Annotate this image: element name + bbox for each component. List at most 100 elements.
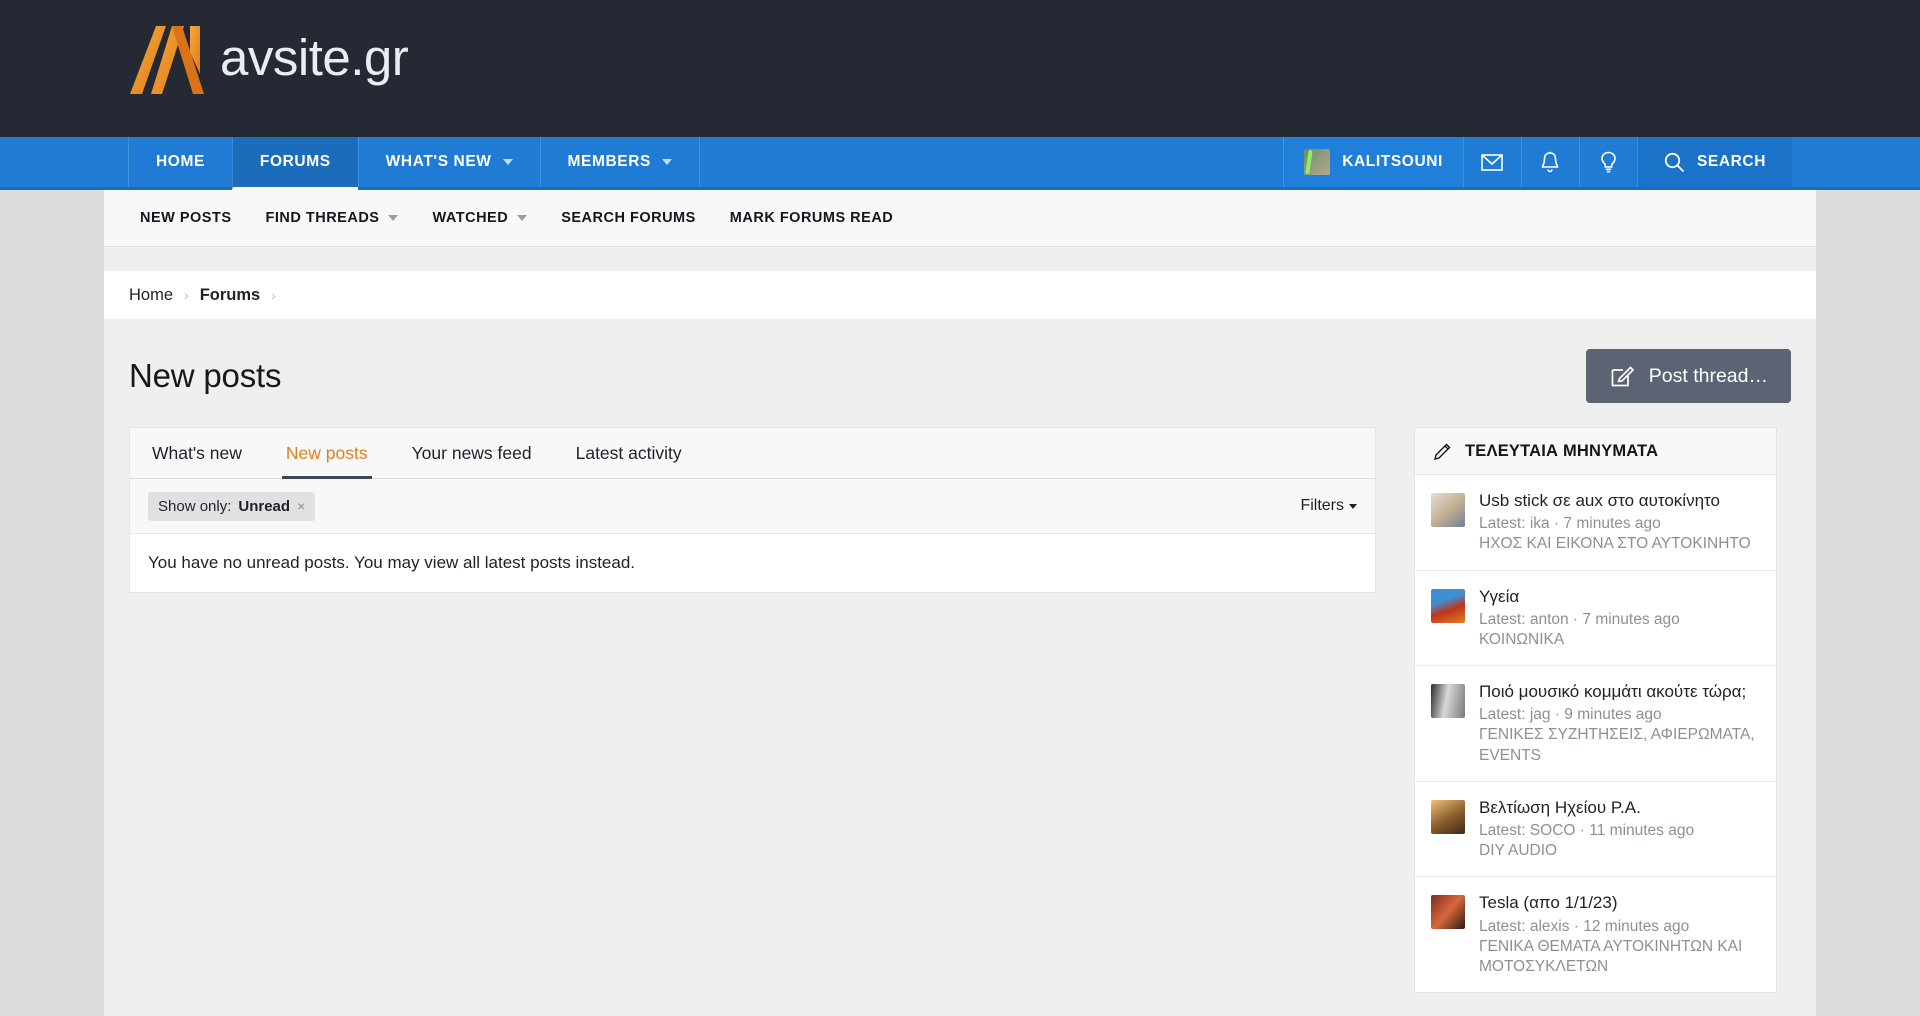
subnav-item-search-forums[interactable]: SEARCH FORUMS — [544, 210, 713, 226]
filters-label: Filters — [1300, 497, 1344, 515]
close-icon[interactable]: × — [297, 498, 305, 514]
list-item[interactable]: Ποιό μουσικό κομμάτι ακούτε τώρα; Latest… — [1415, 666, 1776, 782]
nav-item-forums[interactable]: FORUMS — [232, 137, 358, 190]
thread-forum: ΓΕΝΙΚΑ ΘΕΜΑΤΑ ΑΥΤΟΚΙΝΗΤΩΝ ΚΑΙ ΜΟΤΟΣΥΚΛΕΤ… — [1479, 937, 1758, 977]
nav-item-members[interactable]: MEMBERS — [540, 137, 700, 187]
tab-bar: What's new New posts Your news feed Late… — [129, 427, 1376, 479]
thread-forum: ΚΟΙΝΩΝΙΚΑ — [1479, 630, 1680, 650]
latest-messages-card: ΤΕΛΕΥΤΑΙΑ ΜΗΝΥΜΑΤΑ Usb stick σε aux στο … — [1414, 427, 1777, 993]
thread-thumbnail — [1431, 895, 1465, 929]
envelope-icon — [1481, 154, 1503, 171]
nav-item-home[interactable]: HOME — [128, 137, 232, 187]
tips-button[interactable] — [1579, 137, 1637, 187]
nav-item-label: WHAT'S NEW — [386, 153, 492, 171]
filter-chip-prefix: Show only: — [158, 498, 231, 515]
thread-forum: DIY AUDIO — [1479, 841, 1694, 861]
avatar — [1304, 149, 1330, 175]
thread-thumbnail — [1431, 800, 1465, 834]
tab-label: Latest activity — [576, 443, 682, 464]
empty-state-text: You have no unread posts. You may view a… — [148, 553, 635, 572]
thread-thumbnail — [1431, 684, 1465, 718]
list-item-body: Usb stick σε aux στο αυτοκίνητο Latest: … — [1479, 490, 1751, 555]
thread-meta: Latest: jag · 9 minutes ago — [1479, 705, 1758, 725]
primary-nav-left: HOME FORUMS WHAT'S NEW MEMBERS — [128, 137, 700, 187]
subnav-label: WATCHED — [432, 210, 508, 226]
list-item[interactable]: Tesla (απο 1/1/23) Latest: alexis · 12 m… — [1415, 877, 1776, 992]
pencil-icon — [1433, 442, 1452, 461]
thread-title[interactable]: Ποιό μουσικό κομμάτι ακούτε τώρα; — [1479, 681, 1758, 702]
tab-label: What's new — [152, 443, 242, 464]
page-title-row: New posts Post thread… — [104, 319, 1816, 403]
breadcrumb-item-home[interactable]: Home — [129, 286, 173, 305]
alerts-button[interactable] — [1521, 137, 1579, 187]
site-logo[interactable]: avsite.gr — [128, 22, 408, 98]
content-area: What's new New posts Your news feed Late… — [104, 403, 1816, 993]
list-item-body: Tesla (απο 1/1/23) Latest: alexis · 12 m… — [1479, 892, 1758, 977]
empty-state-message: You have no unread posts. You may view a… — [129, 534, 1376, 593]
filter-chip-value: Unread — [238, 498, 290, 515]
chevron-down-icon[interactable] — [662, 159, 672, 165]
chevron-down-icon[interactable] — [517, 215, 527, 221]
nav-item-label: HOME — [156, 153, 205, 171]
list-item-body: Βελτίωση Ηχείου P.A. Latest: SOCO · 11 m… — [1479, 797, 1694, 862]
lightbulb-icon — [1599, 151, 1618, 174]
thread-title[interactable]: Tesla (απο 1/1/23) — [1479, 892, 1758, 913]
thread-meta: Latest: alexis · 12 minutes ago — [1479, 917, 1758, 937]
list-item[interactable]: Υγεία Latest: anton · 7 minutes ago ΚΟΙΝ… — [1415, 571, 1776, 667]
page-title: New posts — [129, 357, 281, 395]
site-header: avsite.gr — [0, 0, 1920, 137]
search-label: SEARCH — [1697, 153, 1766, 171]
username-label: KALITSOUNI — [1342, 153, 1443, 171]
inbox-button[interactable] — [1463, 137, 1521, 187]
pencil-edit-icon — [1609, 363, 1635, 389]
tab-whats-new[interactable]: What's new — [130, 428, 264, 478]
chevron-down-icon[interactable] — [388, 215, 398, 221]
list-item[interactable]: Usb stick σε aux στο αυτοκίνητο Latest: … — [1415, 475, 1776, 571]
list-item-body: Υγεία Latest: anton · 7 minutes ago ΚΟΙΝ… — [1479, 586, 1680, 651]
user-menu-button[interactable]: KALITSOUNI — [1283, 137, 1463, 187]
nav-item-whats-new[interactable]: WHAT'S NEW — [358, 137, 540, 187]
subnav-label: SEARCH FORUMS — [561, 210, 696, 226]
chevron-down-icon[interactable] — [503, 159, 513, 165]
thread-meta: Latest: SOCO · 11 minutes ago — [1479, 821, 1694, 841]
thread-thumbnail — [1431, 493, 1465, 527]
subnav-item-mark-forums-read[interactable]: MARK FORUMS READ — [713, 210, 910, 226]
filter-bar: Show only: Unread × Filters — [129, 479, 1376, 534]
breadcrumb-separator-icon: › — [271, 287, 276, 303]
filters-dropdown[interactable]: Filters — [1300, 497, 1357, 515]
post-thread-button[interactable]: Post thread… — [1586, 349, 1791, 403]
thread-forum: ΗΧΟΣ ΚΑΙ ΕΙΚΟΝΑ ΣΤΟ ΑΥΤΟΚΙΝΗΤΟ — [1479, 534, 1751, 554]
tab-label: Your news feed — [412, 443, 532, 464]
primary-nav-right: KALITSOUNI — [1283, 137, 1792, 187]
tab-your-news-feed[interactable]: Your news feed — [390, 428, 554, 478]
nav-item-label: FORUMS — [260, 153, 331, 171]
subnav-item-watched[interactable]: WATCHED — [415, 210, 544, 226]
primary-navigation: HOME FORUMS WHAT'S NEW MEMBERS KALITSOUN… — [0, 137, 1920, 190]
list-item[interactable]: Βελτίωση Ηχείου P.A. Latest: SOCO · 11 m… — [1415, 782, 1776, 878]
subnav-label: FIND THREADS — [266, 210, 380, 226]
subnav-item-find-threads[interactable]: FIND THREADS — [249, 210, 416, 226]
breadcrumb-item-forums[interactable]: Forums — [200, 286, 261, 305]
thread-title[interactable]: Usb stick σε aux στο αυτοκίνητο — [1479, 490, 1751, 511]
search-button[interactable]: SEARCH — [1637, 137, 1792, 187]
breadcrumb: Home › Forums › — [104, 271, 1816, 319]
thread-thumbnail — [1431, 589, 1465, 623]
latest-messages-title: ΤΕΛΕΥΤΑΙΑ ΜΗΝΥΜΑΤΑ — [1465, 442, 1658, 461]
search-icon — [1664, 152, 1685, 173]
avsite-logo-icon — [128, 22, 214, 98]
subnav-item-new-posts[interactable]: NEW POSTS — [123, 210, 249, 226]
chevron-down-icon — [1349, 504, 1357, 509]
subnav-label: MARK FORUMS READ — [730, 210, 893, 226]
thread-meta: Latest: ika · 7 minutes ago — [1479, 514, 1751, 534]
page-container: NEW POSTS FIND THREADS WATCHED SEARCH FO… — [104, 190, 1816, 1016]
tab-latest-activity[interactable]: Latest activity — [554, 428, 704, 478]
active-filter-chip[interactable]: Show only: Unread × — [148, 492, 315, 521]
subnav-label: NEW POSTS — [140, 210, 232, 226]
list-item-body: Ποιό μουσικό κομμάτι ακούτε τώρα; Latest… — [1479, 681, 1758, 766]
thread-title[interactable]: Υγεία — [1479, 586, 1680, 607]
thread-title[interactable]: Βελτίωση Ηχείου P.A. — [1479, 797, 1694, 818]
nav-item-label: MEMBERS — [568, 153, 651, 171]
tab-new-posts[interactable]: New posts — [264, 428, 390, 478]
secondary-navigation: NEW POSTS FIND THREADS WATCHED SEARCH FO… — [104, 190, 1816, 247]
breadcrumb-separator-icon: › — [184, 287, 189, 303]
